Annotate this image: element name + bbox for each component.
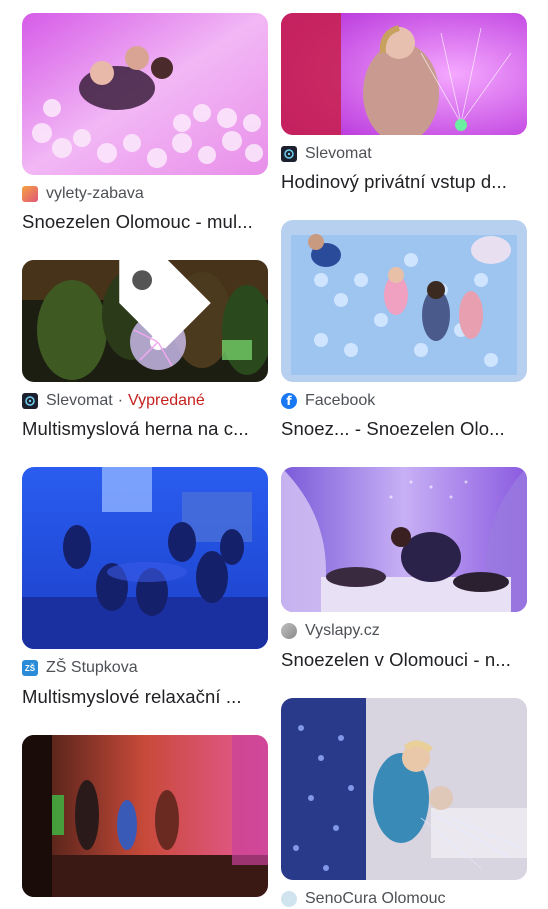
- result-title[interactable]: Multismyslové relaxační ...: [22, 686, 268, 708]
- slevomat-favicon-icon: [22, 393, 38, 409]
- result-title[interactable]: Snoezelen v Olomouci - n...: [281, 649, 527, 671]
- result-source: Slevomat: [281, 144, 372, 164]
- facebook-favicon-icon: f: [281, 393, 297, 409]
- senocura-favicon-icon: [281, 891, 297, 907]
- result-source: f Facebook: [281, 391, 375, 411]
- result-thumbnail[interactable]: [281, 220, 527, 382]
- result-thumbnail[interactable]: [22, 467, 268, 649]
- source-name: Facebook: [305, 392, 376, 409]
- separator: ·: [117, 392, 124, 409]
- slevomat-favicon-icon: [281, 146, 297, 162]
- result-source: ZŠ ZŠ Stupkova: [22, 658, 138, 678]
- result-thumbnail[interactable]: [281, 13, 527, 135]
- source-name: Vyslapy.cz: [305, 622, 380, 639]
- result-thumbnail[interactable]: [22, 13, 268, 175]
- result-thumbnail[interactable]: [281, 467, 527, 612]
- sold-out-badge: Vypredané: [128, 392, 205, 409]
- source-name: ZŠ Stupkova: [46, 659, 138, 676]
- vyslapy-favicon-icon: [281, 623, 297, 639]
- result-title[interactable]: Multismyslová herna na c...: [22, 418, 268, 440]
- result-thumbnail[interactable]: [22, 260, 268, 382]
- vylety-zabava-favicon-icon: [22, 186, 38, 202]
- result-thumbnail[interactable]: [22, 735, 268, 897]
- source-name: Slevomat: [46, 392, 113, 409]
- zs-stupkova-favicon-icon: ZŠ: [22, 660, 38, 676]
- source-name: vylety-zabava: [46, 185, 144, 202]
- price-tag-icon: [119, 260, 211, 349]
- result-title[interactable]: Snoezelen Olomouc - mul...: [22, 211, 268, 233]
- result-title[interactable]: Snoez... - Snoezelen Olo...: [281, 418, 527, 440]
- result-source: Slevomat · Vypredané: [22, 391, 205, 411]
- source-name: Slevomat: [305, 145, 372, 162]
- result-source: vylety-zabava: [22, 184, 144, 204]
- result-source: Vyslapy.cz: [281, 621, 380, 641]
- source-name: SenoCura Olomouc: [305, 890, 446, 907]
- result-thumbnail[interactable]: [281, 698, 527, 880]
- result-title[interactable]: Hodinový privátní vstup d...: [281, 171, 527, 193]
- result-source: SenoCura Olomouc: [281, 889, 446, 909]
